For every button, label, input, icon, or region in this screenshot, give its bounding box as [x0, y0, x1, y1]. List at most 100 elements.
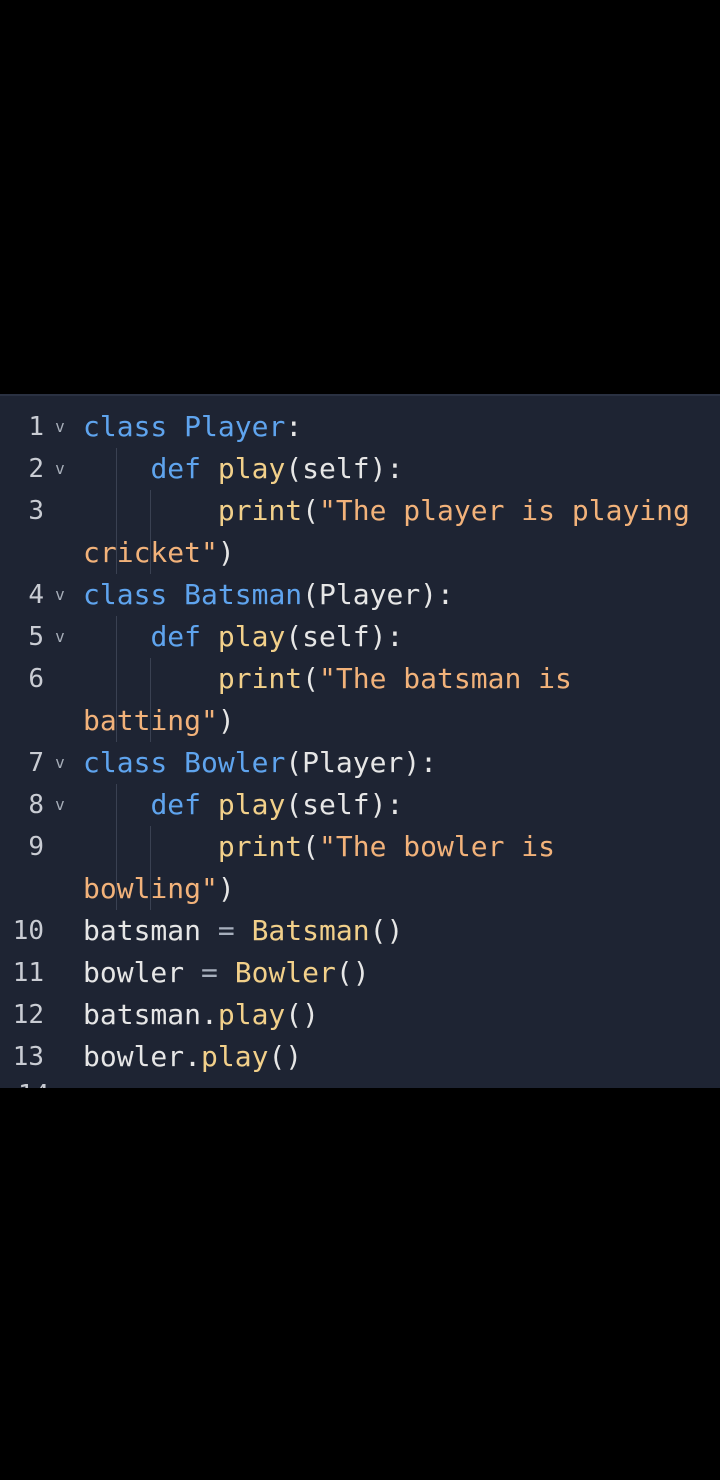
code-token-class-name: Bowler — [184, 746, 286, 779]
code-line[interactable]: 11 bowler = Bowler() — [0, 952, 720, 994]
code-token-ident — [83, 620, 150, 653]
chevron-down-icon[interactable]: v — [50, 448, 70, 490]
code-line[interactable]: cricket") — [0, 532, 720, 574]
line-number: 2 — [28, 454, 44, 484]
code-line[interactable]: bowling") — [0, 868, 720, 910]
code-text: bowler = Bowler() — [83, 952, 370, 994]
code-token-ident: bowler — [83, 956, 202, 989]
code-token-punct: ( — [285, 452, 303, 485]
code-line[interactable]: 13 bowler.play() — [0, 1036, 720, 1078]
code-text: bowler.play() — [83, 1036, 302, 1078]
code-token-func: print — [217, 662, 303, 695]
code-token-def: def — [150, 788, 202, 821]
code-text: bowling") — [83, 868, 235, 910]
code-text: class Batsman(Player): — [83, 574, 454, 616]
code-token-string: cricket" — [83, 536, 218, 569]
code-line[interactable]: 1 v class Player: — [0, 406, 720, 448]
code-token-punct: (Player): — [285, 746, 438, 779]
code-text: print("The player is playing — [83, 490, 690, 532]
line-number: 13 — [12, 1042, 44, 1072]
code-text: batting") — [83, 700, 235, 742]
code-token-punct: ( — [285, 788, 303, 821]
code-token-punct: ) — [217, 536, 235, 569]
code-token-func: Batsman — [251, 914, 370, 947]
code-token-string: batting" — [83, 704, 218, 737]
code-token-punct: ( — [302, 662, 320, 695]
code-token-func: print — [217, 830, 303, 863]
code-text: def play(self): — [83, 616, 403, 658]
line-number: 4 — [28, 580, 44, 610]
code-line[interactable]: 12 batsman.play() — [0, 994, 720, 1036]
chevron-down-icon[interactable]: v — [50, 574, 70, 616]
code-token-punct: () — [335, 956, 370, 989]
code-line[interactable]: 6 print("The batsman is — [0, 658, 720, 700]
code-token-ident: batsman. — [83, 998, 218, 1031]
code-token-ident — [201, 452, 218, 485]
code-token-ident — [218, 956, 235, 989]
code-text: print("The bowler is — [83, 826, 555, 868]
code-token-punct: : — [285, 410, 303, 443]
line-number: 9 — [28, 832, 44, 862]
code-token-punct: ): — [369, 788, 404, 821]
code-text: def play(self): — [83, 448, 403, 490]
code-line[interactable]: batting") — [0, 700, 720, 742]
code-token-op: = — [201, 956, 218, 989]
code-token-ident: self — [302, 788, 370, 821]
chevron-down-icon[interactable]: v — [50, 742, 70, 784]
code-token-class: class — [83, 746, 168, 779]
code-line[interactable]: 7 v class Bowler(Player): — [0, 742, 720, 784]
code-text: class Bowler(Player): — [83, 742, 437, 784]
code-token-punct: () — [285, 998, 320, 1031]
code-text: print("The batsman is — [83, 658, 572, 700]
code-token-ident — [83, 788, 150, 821]
code-token-ident: self — [302, 620, 370, 653]
code-text: def play(self): — [83, 784, 403, 826]
chevron-down-icon[interactable]: v — [50, 406, 70, 448]
code-token-punct: () — [369, 914, 404, 947]
line-number: 10 — [12, 916, 44, 946]
code-token-func: play — [201, 1040, 269, 1073]
code-token-punct: ) — [217, 872, 235, 905]
code-token-class-name: Player — [184, 410, 286, 443]
code-line[interactable]: 3 print("The player is playing — [0, 490, 720, 532]
code-token-ident — [167, 746, 184, 779]
chevron-down-icon[interactable]: v — [50, 616, 70, 658]
code-line[interactable]: 9 print("The bowler is — [0, 826, 720, 868]
code-token-op: = — [217, 914, 235, 947]
code-line[interactable]: 4 v class Batsman(Player): — [0, 574, 720, 616]
line-number: 6 — [28, 664, 44, 694]
code-token-ident — [167, 410, 184, 443]
code-token-def: def — [150, 452, 202, 485]
code-token-def: def — [150, 620, 202, 653]
code-token-ident: bowler. — [83, 1040, 202, 1073]
line-number: 14 — [0, 1082, 78, 1088]
code-token-string: "The batsman is — [319, 662, 572, 695]
code-token-punct: ) — [217, 704, 235, 737]
code-token-string: bowling" — [83, 872, 218, 905]
code-text: cricket") — [83, 532, 235, 574]
code-token-ident — [83, 452, 150, 485]
code-token-punct: ( — [285, 620, 303, 653]
code-token-func: play — [217, 788, 286, 821]
code-token-ident: self — [302, 452, 370, 485]
code-line[interactable]: 2v def play(self): — [0, 448, 720, 490]
chevron-down-icon[interactable]: v — [50, 784, 70, 826]
code-token-ident — [83, 494, 218, 527]
code-token-class-name: Batsman — [184, 578, 303, 611]
code-token-punct: ): — [369, 620, 404, 653]
line-number: 11 — [12, 958, 44, 988]
code-token-ident — [235, 914, 252, 947]
code-token-class: class — [83, 410, 168, 443]
code-editor[interactable]: 1 v class Player: 2 v def play(self): 3 print… — [0, 394, 720, 1088]
line-number: 7 — [28, 748, 44, 778]
code-line[interactable]: 5v def play(self): — [0, 616, 720, 658]
code-token-func: play — [217, 620, 286, 653]
code-line[interactable]: 10 batsman = Batsman() — [0, 910, 720, 952]
code-token-punct: (Player): — [302, 578, 454, 611]
code-token-func: print — [217, 494, 303, 527]
code-token-func: play — [217, 998, 286, 1031]
line-number: 12 — [12, 1000, 44, 1030]
code-token-ident — [83, 830, 218, 863]
code-line[interactable]: 8v def play(self): — [0, 784, 720, 826]
code-token-punct: ( — [302, 830, 320, 863]
